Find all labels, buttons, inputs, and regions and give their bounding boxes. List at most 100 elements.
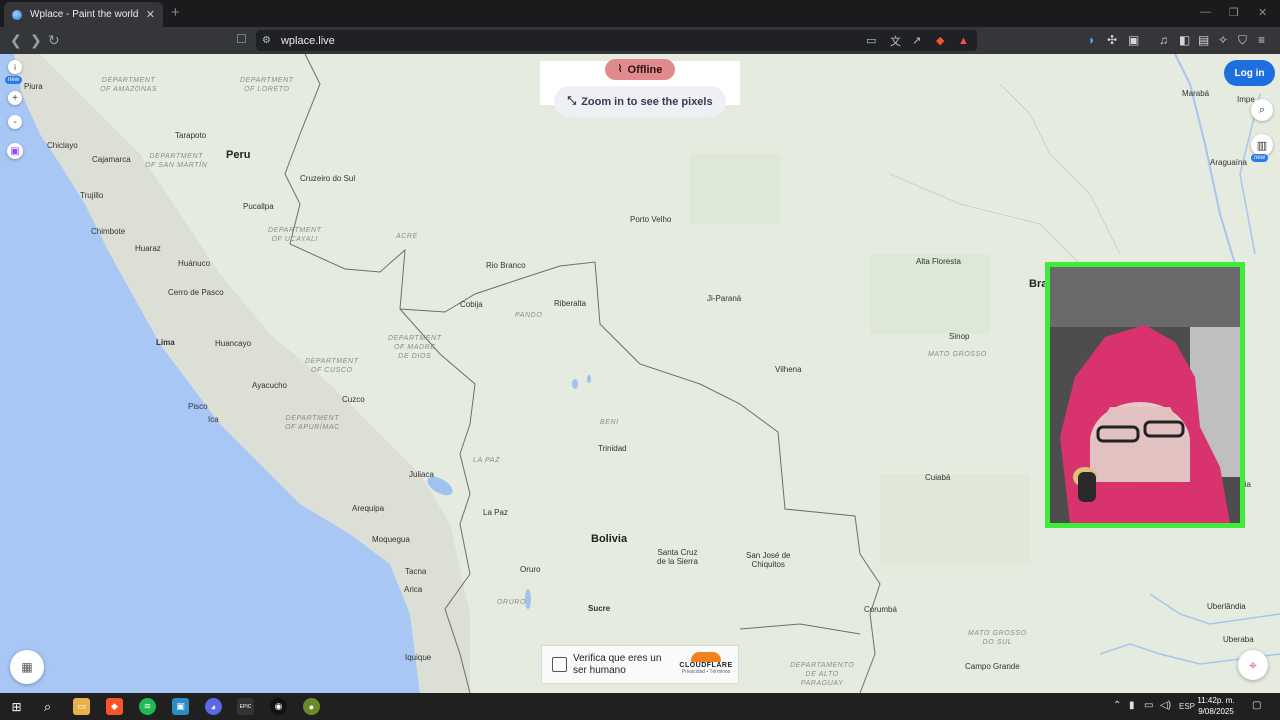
tray-expand-icon[interactable]: ⌃ <box>1113 700 1121 711</box>
site-info-icon[interactable]: ⚙ <box>262 35 271 46</box>
bookmark-icon[interactable]: ☐ <box>236 32 247 46</box>
captcha-checkbox[interactable] <box>552 657 567 672</box>
city-label: Cerro de Pasco <box>168 288 224 297</box>
extensions-icon[interactable]: ✣ <box>1107 33 1117 47</box>
region-beni: BENI <box>600 419 619 426</box>
epic-games-icon[interactable]: EPIC <box>237 698 254 715</box>
city-label: Sinop <box>949 332 970 341</box>
offline-status-badge: ⌇ Offline <box>605 59 675 80</box>
city-label: Riberalta <box>554 299 587 308</box>
address-bar[interactable]: ⚙ wplace.live ▭ 文 ↗ ◆ ▲ <box>256 30 977 51</box>
zoom-out-button[interactable]: - <box>8 115 22 129</box>
browser-toolbar: ❮ ❯ ↻ ☐ ⚙ wplace.live ▭ 文 ↗ ◆ ▲ ◗ ✣ ▣ ♫ … <box>0 27 1280 54</box>
leo-ai-icon[interactable]: ◗ <box>1088 33 1095 47</box>
restore-icon[interactable]: ❐ <box>1229 6 1239 19</box>
cast-icon[interactable]: ▭ <box>866 30 876 51</box>
sidebar-icon[interactable]: ◧ <box>1179 33 1190 47</box>
city-label: Pisco <box>188 402 208 411</box>
info-button[interactable]: i <box>8 60 22 74</box>
microphone-icon[interactable]: ▮ <box>1129 700 1135 711</box>
screenshot-icon[interactable]: ▣ <box>1128 33 1139 47</box>
tab-title: Wplace - Paint the world <box>30 9 139 20</box>
login-button[interactable]: Log in <box>1224 60 1275 86</box>
zoom-hint-label: Zoom in to see the pixels <box>581 95 713 108</box>
city-label: Trinidad <box>598 444 627 453</box>
region-san-martin: DEPARTMENT OF SAN MARTÍN <box>145 153 208 169</box>
region-ucayali: DEPARTMENT OF UCAYALI <box>268 227 322 243</box>
notifications-icon[interactable]: ▢ <box>1252 700 1261 711</box>
language-indicator[interactable]: ESP <box>1179 702 1195 711</box>
city-label: Chimbote <box>91 227 126 236</box>
spotify-icon[interactable]: ≋ <box>139 698 156 715</box>
brave-shields-icon[interactable]: ◆ <box>936 30 944 51</box>
palette-toggle-button[interactable]: ▦ <box>10 650 44 684</box>
app-icon[interactable]: ▣ <box>172 698 189 715</box>
discord-icon[interactable]: ◕ <box>205 698 222 715</box>
locate-me-icon[interactable]: ⌖ <box>1238 650 1268 680</box>
cloudflare-captcha: Verifica que eres un ser humano CLOUDFLA… <box>541 645 739 684</box>
city-label: Cobija <box>460 300 483 309</box>
city-label: Uberlândia <box>1207 602 1246 611</box>
captcha-links[interactable]: Privacidad • Términos <box>678 669 734 675</box>
region-apurimac: DEPARTMENT OF APURÍMAC <box>285 415 340 431</box>
translate-icon[interactable]: 文 <box>890 30 901 51</box>
vpn-shield-icon[interactable]: ⛉ <box>1238 33 1247 48</box>
city-label: Tarapoto <box>175 131 207 140</box>
volume-icon[interactable]: ◁) <box>1160 700 1171 711</box>
menu-icon[interactable]: ≡ <box>1258 33 1265 47</box>
cloudflare-brand: CLOUDFLARE <box>679 662 733 669</box>
share-icon[interactable]: ↗ <box>912 30 921 51</box>
url-text[interactable]: wplace.live <box>281 35 335 47</box>
search-icon[interactable]: ⌕ <box>39 698 56 715</box>
zoom-hint-pill[interactable]: ⤡ Zoom in to see the pixels <box>554 86 726 117</box>
country-bolivia: Bolivia <box>591 533 628 545</box>
city-label: Alta Floresta <box>916 257 961 266</box>
wallet-icon[interactable]: ▤ <box>1198 33 1209 47</box>
tab-close-icon[interactable]: ✕ <box>146 8 155 21</box>
media-icon[interactable]: ♫ <box>1159 33 1168 47</box>
system-clock[interactable]: 11:42p. m. 9/08/2025 <box>1196 695 1236 717</box>
region-mato-grosso-sul: MATO GROSSO DO SUL <box>968 630 1027 646</box>
file-explorer-icon[interactable]: ▭ <box>73 698 90 715</box>
search-map-icon[interactable]: ⌕ <box>1251 99 1273 121</box>
minimize-icon[interactable]: — <box>1200 6 1211 18</box>
region-cusco: DEPARTMENT OF CUSCO <box>305 358 359 374</box>
wifi-off-icon: ⌇ <box>617 64 623 75</box>
city-label: Vilhena <box>775 365 802 374</box>
new-tab-button[interactable]: + <box>171 4 180 21</box>
region-loreto: DEPARTMENT OF LORETO <box>240 77 294 93</box>
leaderboard-icon[interactable]: ▥ <box>1251 134 1273 156</box>
offline-label: Offline <box>627 63 663 76</box>
city-label: Trujillo <box>80 191 104 200</box>
city-label: Cajamarca <box>92 155 131 164</box>
city-label: Cuzco <box>342 395 365 404</box>
city-label: Pucallpa <box>243 202 274 211</box>
region-pando: PANDO <box>515 312 543 319</box>
city-label: Arica <box>404 585 423 594</box>
network-icon[interactable]: ▭ <box>1144 700 1153 711</box>
city-label: Chiclayo <box>47 141 78 150</box>
city-label: Huancayo <box>215 339 252 348</box>
windows-start-icon[interactable]: ⊞ <box>8 698 25 715</box>
city-label: San José de Chiquitos <box>746 551 791 569</box>
back-icon[interactable]: ❮ <box>10 32 22 49</box>
zoom-in-button[interactable]: + <box>8 91 22 105</box>
tab-wplace[interactable]: Wplace - Paint the world ✕ <box>4 2 163 27</box>
city-label: Santa Cruz de la Sierra <box>657 548 698 566</box>
clock-time: 11:42p. m. <box>1197 696 1235 705</box>
reload-icon[interactable]: ↻ <box>48 32 60 49</box>
forward-icon[interactable]: ❯ <box>30 32 42 49</box>
city-label: Huánuco <box>178 259 211 268</box>
brave-browser-icon[interactable]: ◆ <box>106 698 123 715</box>
twitch-icon[interactable]: ▣ <box>7 143 23 159</box>
city-label: Ayacucho <box>252 381 287 390</box>
city-label: La Paz <box>483 508 508 517</box>
window-close-icon[interactable]: ✕ <box>1258 6 1267 19</box>
city-label: Ica <box>208 415 219 424</box>
app-circle-icon[interactable]: ● <box>303 698 320 715</box>
leo-sparkle-icon[interactable]: ✧ <box>1218 33 1228 47</box>
brave-rewards-icon[interactable]: ▲ <box>958 30 969 51</box>
country-peru: Peru <box>226 149 251 161</box>
world-map[interactable]: DEPARTMENT OF AMAZONAS DEPARTMENT OF LOR… <box>0 54 1280 693</box>
obs-icon[interactable]: ◉ <box>270 698 287 715</box>
